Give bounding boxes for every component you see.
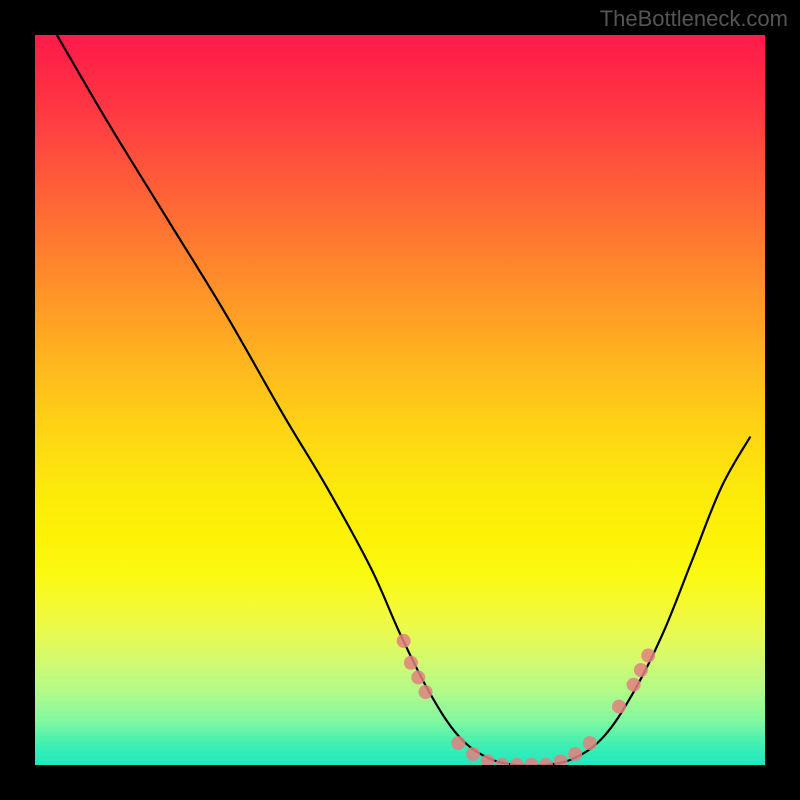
curve-marker [419,685,433,699]
curve-marker [466,747,480,761]
curve-marker [539,758,553,765]
watermark: TheBottleneck.com [600,6,788,32]
plot-area [35,35,765,765]
curve-marker [583,736,597,750]
curve-marker [568,747,582,761]
curve-marker [411,670,425,684]
curve-marker [634,663,648,677]
curve-marker [510,758,524,765]
curve-markers [397,634,656,765]
curve-marker [641,649,655,663]
curve-marker [495,758,509,765]
curve-marker [524,758,538,765]
chart-svg [35,35,765,765]
curve-marker [451,736,465,750]
curve-marker [554,754,568,765]
curve-marker [627,678,641,692]
curve-marker [612,700,626,714]
curve-marker [404,656,418,670]
curve-marker [397,634,411,648]
